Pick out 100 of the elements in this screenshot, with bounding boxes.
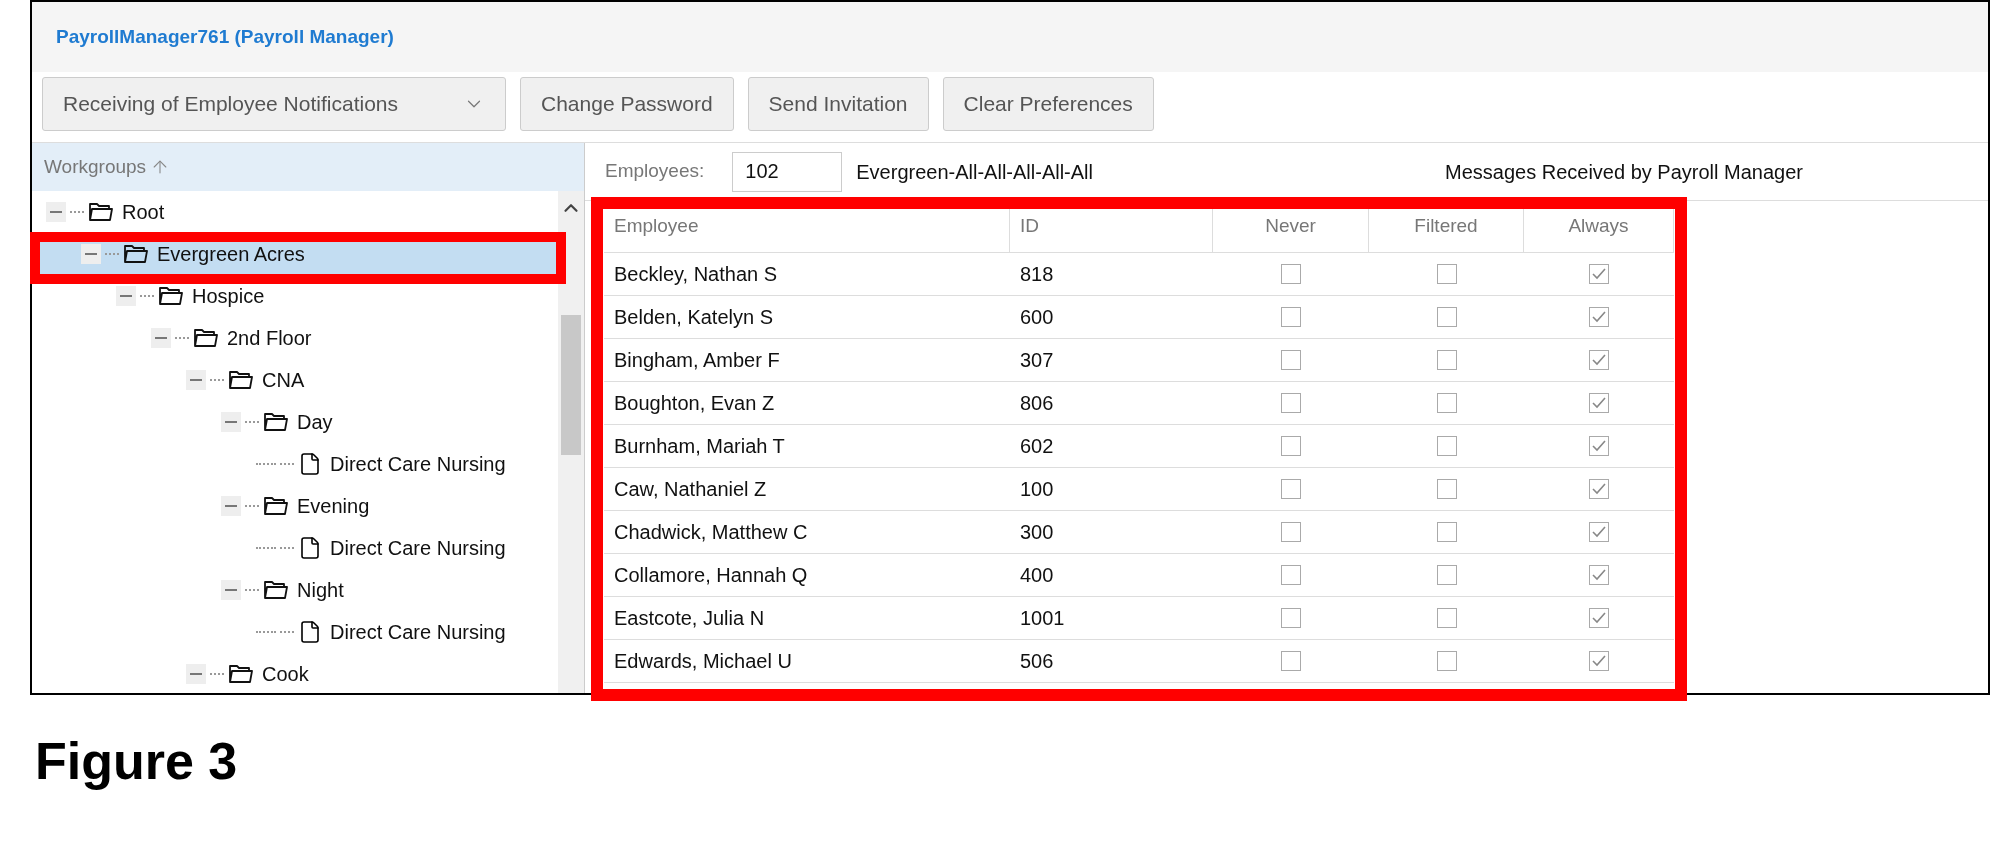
checkbox[interactable] <box>1281 350 1301 370</box>
table-cell-text: 818 <box>1019 262 1055 287</box>
checkbox[interactable] <box>1436 393 1457 413</box>
column-header[interactable]: Filtered <box>1369 201 1524 252</box>
tree-label: 2nd Floor <box>227 326 312 351</box>
tree-row[interactable]: Night <box>32 569 558 611</box>
checkmark-icon <box>1591 353 1607 367</box>
checkmark-icon <box>1591 525 1607 539</box>
figure-caption: Figure 3 <box>35 731 238 792</box>
table-cell-text: Burnham, Mariah T <box>613 434 786 459</box>
checkmark-icon <box>1591 396 1607 410</box>
checkbox[interactable] <box>1436 479 1457 499</box>
checkbox[interactable] <box>1436 608 1457 628</box>
checkbox[interactable] <box>1281 436 1301 456</box>
filter-text: Evergreen-All-All-All-All-All <box>856 159 1093 185</box>
tree-row[interactable]: Root <box>32 191 558 233</box>
tree-label: Direct Care Nursing <box>330 620 506 645</box>
checkbox[interactable] <box>1589 436 1609 456</box>
scrollbar[interactable] <box>558 191 584 693</box>
checkbox[interactable] <box>1436 350 1457 370</box>
collapse-toggle[interactable] <box>186 370 206 390</box>
checkbox[interactable] <box>1436 565 1457 585</box>
checkbox[interactable] <box>1589 264 1609 284</box>
table-cell-text: Collamore, Hannah Q <box>613 563 809 588</box>
checkmark-icon <box>1591 611 1607 625</box>
checkbox[interactable] <box>1436 651 1457 671</box>
checkbox[interactable] <box>1589 393 1609 413</box>
table-cell-text: 506 <box>1019 649 1055 674</box>
toolbar-button[interactable]: Clear Preferences <box>942 77 1154 131</box>
table-cell-text: 1001 <box>1019 606 1066 631</box>
tree-label: Root <box>122 200 165 225</box>
column-header[interactable]: Always <box>1524 201 1674 252</box>
collapse-toggle[interactable] <box>151 328 171 348</box>
column-header[interactable]: ID <box>1010 201 1213 252</box>
folder-icon <box>123 244 149 264</box>
toolbar-button[interactable]: Change Password <box>520 77 734 131</box>
checkbox[interactable] <box>1436 436 1457 456</box>
tree-row[interactable]: CNA <box>32 359 558 401</box>
document-icon <box>298 620 322 644</box>
checkbox[interactable] <box>1281 565 1301 585</box>
collapse-toggle[interactable] <box>186 664 206 684</box>
tree-row[interactable]: Day <box>32 401 558 443</box>
tree-header[interactable]: Workgroups <box>32 143 584 191</box>
collapse-toggle[interactable] <box>221 496 241 516</box>
column-header[interactable]: Never <box>1213 201 1369 252</box>
checkbox[interactable] <box>1589 307 1609 327</box>
tree-row[interactable]: Evening <box>32 485 558 527</box>
table-cell-text: Belden, Katelyn S <box>613 305 774 330</box>
checkbox[interactable] <box>1589 522 1609 542</box>
checkbox[interactable] <box>1281 479 1301 499</box>
folder-icon <box>193 328 219 348</box>
checkbox[interactable] <box>1436 522 1457 542</box>
folder-icon <box>88 202 114 222</box>
checkbox[interactable] <box>1589 350 1609 370</box>
folder-icon <box>228 370 254 390</box>
table-cell-text: 400 <box>1019 563 1055 588</box>
table-cell-text: Bingham, Amber F <box>613 348 781 373</box>
checkbox[interactable] <box>1589 651 1609 671</box>
tree-row[interactable]: Hospice <box>32 275 558 317</box>
tree-row[interactable]: 2nd Floor <box>32 317 558 359</box>
folder-icon <box>228 664 254 684</box>
document-icon <box>298 452 322 476</box>
collapse-toggle[interactable] <box>116 286 136 306</box>
checkbox[interactable] <box>1281 307 1301 327</box>
tree-label: Evening <box>297 494 370 519</box>
column-header[interactable]: Employee <box>604 201 1010 252</box>
checkbox[interactable] <box>1589 565 1609 585</box>
tree-label: Cook <box>262 662 309 687</box>
collapse-toggle[interactable] <box>221 412 241 432</box>
checkbox[interactable] <box>1436 264 1457 284</box>
checkmark-icon <box>1591 654 1607 668</box>
tree-row[interactable]: Cook <box>32 653 558 693</box>
checkbox[interactable] <box>1436 307 1457 327</box>
notifications-dropdown[interactable]: Receiving of Employee Notifications <box>42 77 506 131</box>
tree-row[interactable]: Direct Care Nursing <box>32 611 558 653</box>
folder-icon <box>263 496 289 516</box>
tree-row[interactable]: Direct Care Nursing <box>32 443 558 485</box>
checkbox[interactable] <box>1281 651 1301 671</box>
tree-label: Day <box>297 410 333 435</box>
table-cell-text: Beckley, Nathan S <box>613 262 779 287</box>
collapse-toggle[interactable] <box>46 202 66 222</box>
table-cell-text: Eastcote, Julia N <box>613 606 766 631</box>
checkmark-icon <box>1591 310 1607 324</box>
toolbar-button[interactable]: Send Invitation <box>747 77 929 131</box>
employee-count-field[interactable]: 102 <box>732 151 843 192</box>
tree-label: Direct Care Nursing <box>330 452 506 477</box>
checkbox[interactable] <box>1589 479 1609 499</box>
collapse-toggle[interactable] <box>221 580 241 600</box>
scrollbar-thumb[interactable] <box>561 315 581 455</box>
checkbox[interactable] <box>1589 608 1609 628</box>
checkbox[interactable] <box>1281 522 1301 542</box>
collapse-toggle[interactable] <box>81 244 101 264</box>
folder-icon <box>158 286 184 306</box>
table-cell-text: 307 <box>1019 348 1055 373</box>
checkbox[interactable] <box>1281 608 1301 628</box>
checkmark-icon <box>1591 439 1607 453</box>
table-cell-text: 602 <box>1019 434 1055 459</box>
checkbox[interactable] <box>1281 264 1301 284</box>
tree-row[interactable]: Direct Care Nursing <box>32 527 558 569</box>
checkbox[interactable] <box>1281 393 1301 413</box>
